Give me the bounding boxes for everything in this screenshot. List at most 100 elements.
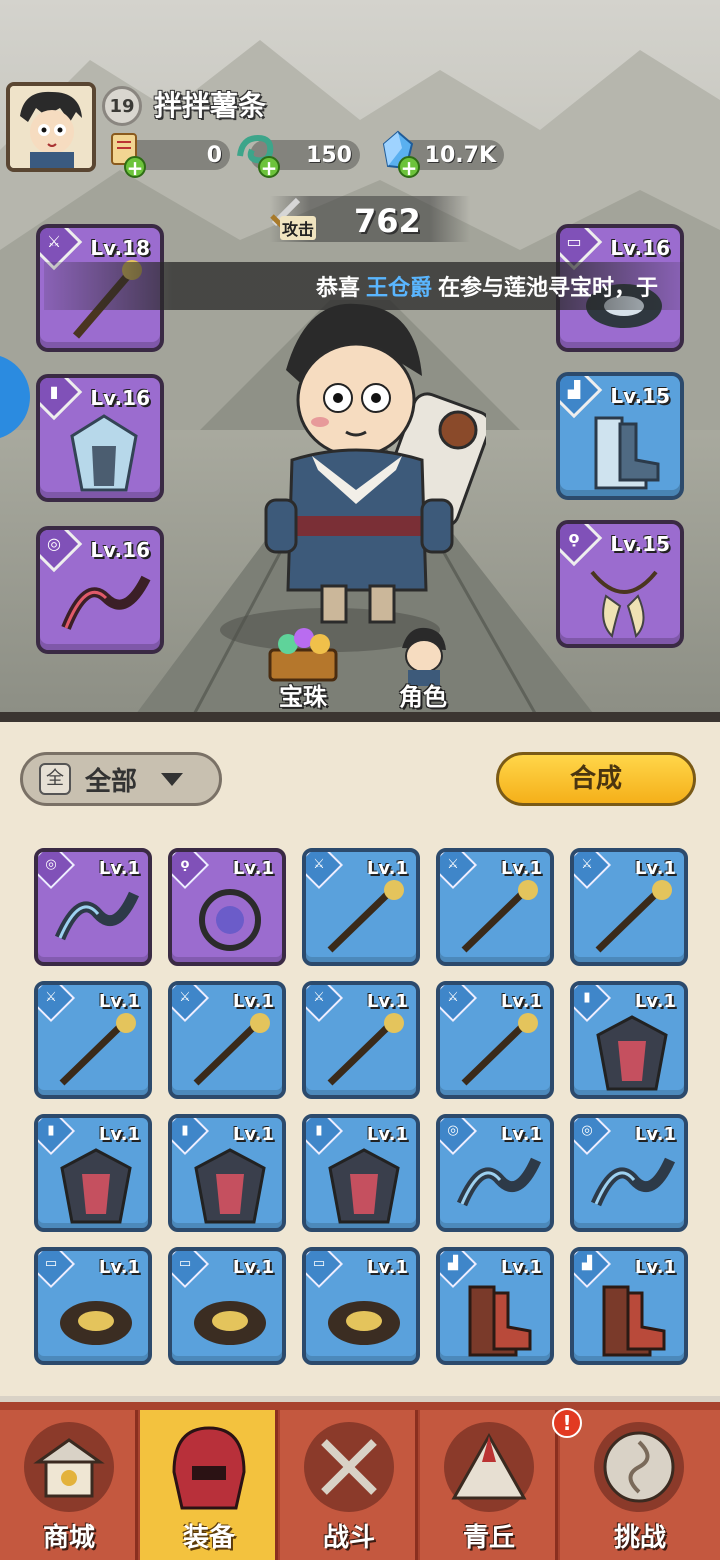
inventory-item-weapon[interactable]: ⚔ Lv.1 xyxy=(34,981,152,1099)
inventory-item-weapon[interactable]: ⚔ Lv.1 xyxy=(436,848,554,966)
add-jade-button[interactable]: + xyxy=(258,156,280,178)
armor-item-art-icon xyxy=(596,1015,668,1091)
necklace-item-art-icon xyxy=(199,889,261,951)
alert-badge: ! xyxy=(552,1408,582,1438)
bracer-icon: ◎ xyxy=(581,1123,593,1138)
inventory-item-armor[interactable]: ▮ Lv.1 xyxy=(168,1114,286,1232)
belt-item-art-icon xyxy=(60,1301,132,1345)
inventory-item-armor[interactable]: ▮ Lv.1 xyxy=(34,1114,152,1232)
inventory-item-weapon[interactable]: ⚔ Lv.1 xyxy=(168,981,286,1099)
weapon-icon: ⚔ xyxy=(581,857,593,872)
inventory-item-weapon[interactable]: ⚔ Lv.1 xyxy=(302,981,420,1099)
equipped-necklace-slot[interactable]: ọ Lv.15 xyxy=(556,520,684,648)
bracer-icon: ◎ xyxy=(45,857,57,872)
bracer-icon: ◎ xyxy=(47,534,61,553)
inventory-item-belt[interactable]: ▭ Lv.1 xyxy=(34,1247,152,1365)
item-level: Lv.1 xyxy=(98,1257,140,1278)
armor-icon: ▮ xyxy=(181,1123,189,1138)
item-level: Lv.1 xyxy=(232,1257,274,1278)
armor-icon: ▮ xyxy=(583,990,591,1005)
nav-battle[interactable]: 战斗 xyxy=(280,1410,418,1560)
equipped-armor-slot[interactable]: ▮ Lv.16 xyxy=(36,374,164,502)
gems-button-label: 宝珠 xyxy=(279,683,327,711)
boots-item-art-icon xyxy=(468,1285,532,1357)
item-level: Lv.1 xyxy=(98,991,140,1012)
inventory-item-belt[interactable]: ▭ Lv.1 xyxy=(168,1247,286,1365)
weapon-icon: ⚔ xyxy=(313,990,325,1005)
boot-icon: ▟ xyxy=(567,380,581,399)
belt-item-art-icon xyxy=(194,1301,266,1345)
hero-figure xyxy=(264,303,492,624)
weapon-item-art-icon xyxy=(193,1013,270,1086)
nav-qingqiu[interactable]: 青丘 xyxy=(420,1410,558,1560)
bottom-nav: 商城 装备 战斗 青丘 挑战 xyxy=(0,1396,720,1560)
inventory-item-bracer[interactable]: ◎ Lv.1 xyxy=(570,1114,688,1232)
item-level: Lv.1 xyxy=(232,858,274,879)
resource-jade-value: 150 xyxy=(306,142,352,168)
item-level: Lv.1 xyxy=(500,858,542,879)
armor-icon: ▮ xyxy=(315,1123,323,1138)
weapon-item-art-icon xyxy=(461,1013,538,1086)
item-level: Lv.1 xyxy=(634,1257,676,1278)
character-button[interactable]: 角色 xyxy=(378,626,468,712)
hero-character[interactable] xyxy=(246,290,492,634)
category-filter-dropdown[interactable]: 全 全部 xyxy=(20,752,222,806)
bracer-item-art-icon xyxy=(456,1157,542,1207)
chevron-down-icon xyxy=(161,772,184,786)
equipped-bracer-slot[interactable]: ◎ Lv.16 xyxy=(36,526,164,654)
inventory-item-boots[interactable]: ▟ Lv.1 xyxy=(436,1247,554,1365)
armor-item-art-icon xyxy=(60,1148,132,1224)
boots-item-art-icon xyxy=(602,1285,666,1357)
nav-challenge[interactable]: 挑战 xyxy=(560,1410,720,1560)
boots-icon: ▟ xyxy=(582,1256,592,1271)
weapon-icon: ⚔ xyxy=(179,990,191,1005)
attack-label: 攻击 xyxy=(280,216,317,240)
player-level-badge: 19 xyxy=(102,86,142,126)
item-level: Lv.1 xyxy=(366,991,408,1012)
sword-icon: ⚔ xyxy=(46,232,62,251)
inventory-item-weapon[interactable]: ⚔ Lv.1 xyxy=(436,981,554,1099)
inventory-item-armor[interactable]: ▮ Lv.1 xyxy=(302,1114,420,1232)
belt-icon: ▭ xyxy=(312,1256,326,1271)
inventory-item-boots[interactable]: ▟ Lv.1 xyxy=(570,1247,688,1365)
armor-item-art-icon xyxy=(328,1148,400,1224)
inventory-item-necklace[interactable]: ọ Lv.1 xyxy=(168,848,286,966)
belt-icon: ▭ xyxy=(566,232,582,251)
armor-icon: ▮ xyxy=(47,1123,55,1138)
nav-qingqiu-label: 青丘 xyxy=(462,1523,515,1553)
bracer-icon: ◎ xyxy=(447,1123,459,1138)
nav-equipment[interactable]: 装备 xyxy=(140,1410,278,1560)
inventory-item-weapon[interactable]: ⚔ Lv.1 xyxy=(570,848,688,966)
filter-tag-icon: 全 xyxy=(39,763,71,795)
armor-icon: ▮ xyxy=(49,382,59,401)
inventory-item-belt[interactable]: ▭ Lv.1 xyxy=(302,1247,420,1365)
belt-item-art-icon xyxy=(328,1301,400,1345)
item-level: Lv.1 xyxy=(366,1124,408,1145)
bracer-item-art-icon xyxy=(590,1157,676,1207)
equipped-boots-slot[interactable]: ▟ Lv.15 xyxy=(556,372,684,500)
player-name: 拌拌薯条 xyxy=(154,89,267,122)
necklace-icon: ọ xyxy=(180,857,190,872)
weapon-item-art-icon xyxy=(595,880,672,953)
add-scroll-button[interactable]: + xyxy=(124,156,146,178)
weapon-item-art-icon xyxy=(327,880,404,953)
merge-button[interactable]: 合成 xyxy=(496,752,696,806)
item-level: Lv.1 xyxy=(634,991,676,1012)
inventory-item-armor[interactable]: ▮ Lv.1 xyxy=(570,981,688,1099)
ice-boots-icon xyxy=(594,416,660,490)
nav-battle-label: 战斗 xyxy=(322,1523,375,1553)
scene-bottom-edge xyxy=(0,712,720,722)
add-crystal-button[interactable]: + xyxy=(398,156,420,178)
item-level: Lv.1 xyxy=(500,1257,542,1278)
challenge-orb-icon xyxy=(594,1422,684,1512)
gems-button[interactable]: 宝珠 xyxy=(258,626,348,712)
item-level: Lv.1 xyxy=(232,991,274,1012)
inventory-item-bracer[interactable]: ◎ Lv.1 xyxy=(436,1114,554,1232)
inventory-item-bracer[interactable]: ◎ Lv.1 xyxy=(34,848,152,966)
item-level: Lv.1 xyxy=(232,1124,274,1145)
item-level: Lv.1 xyxy=(98,858,140,879)
inventory-item-weapon[interactable]: ⚔ Lv.1 xyxy=(302,848,420,966)
claw-bracer-icon xyxy=(61,575,151,630)
nav-shop[interactable]: 商城 xyxy=(0,1410,138,1560)
player-avatar[interactable] xyxy=(6,82,96,172)
